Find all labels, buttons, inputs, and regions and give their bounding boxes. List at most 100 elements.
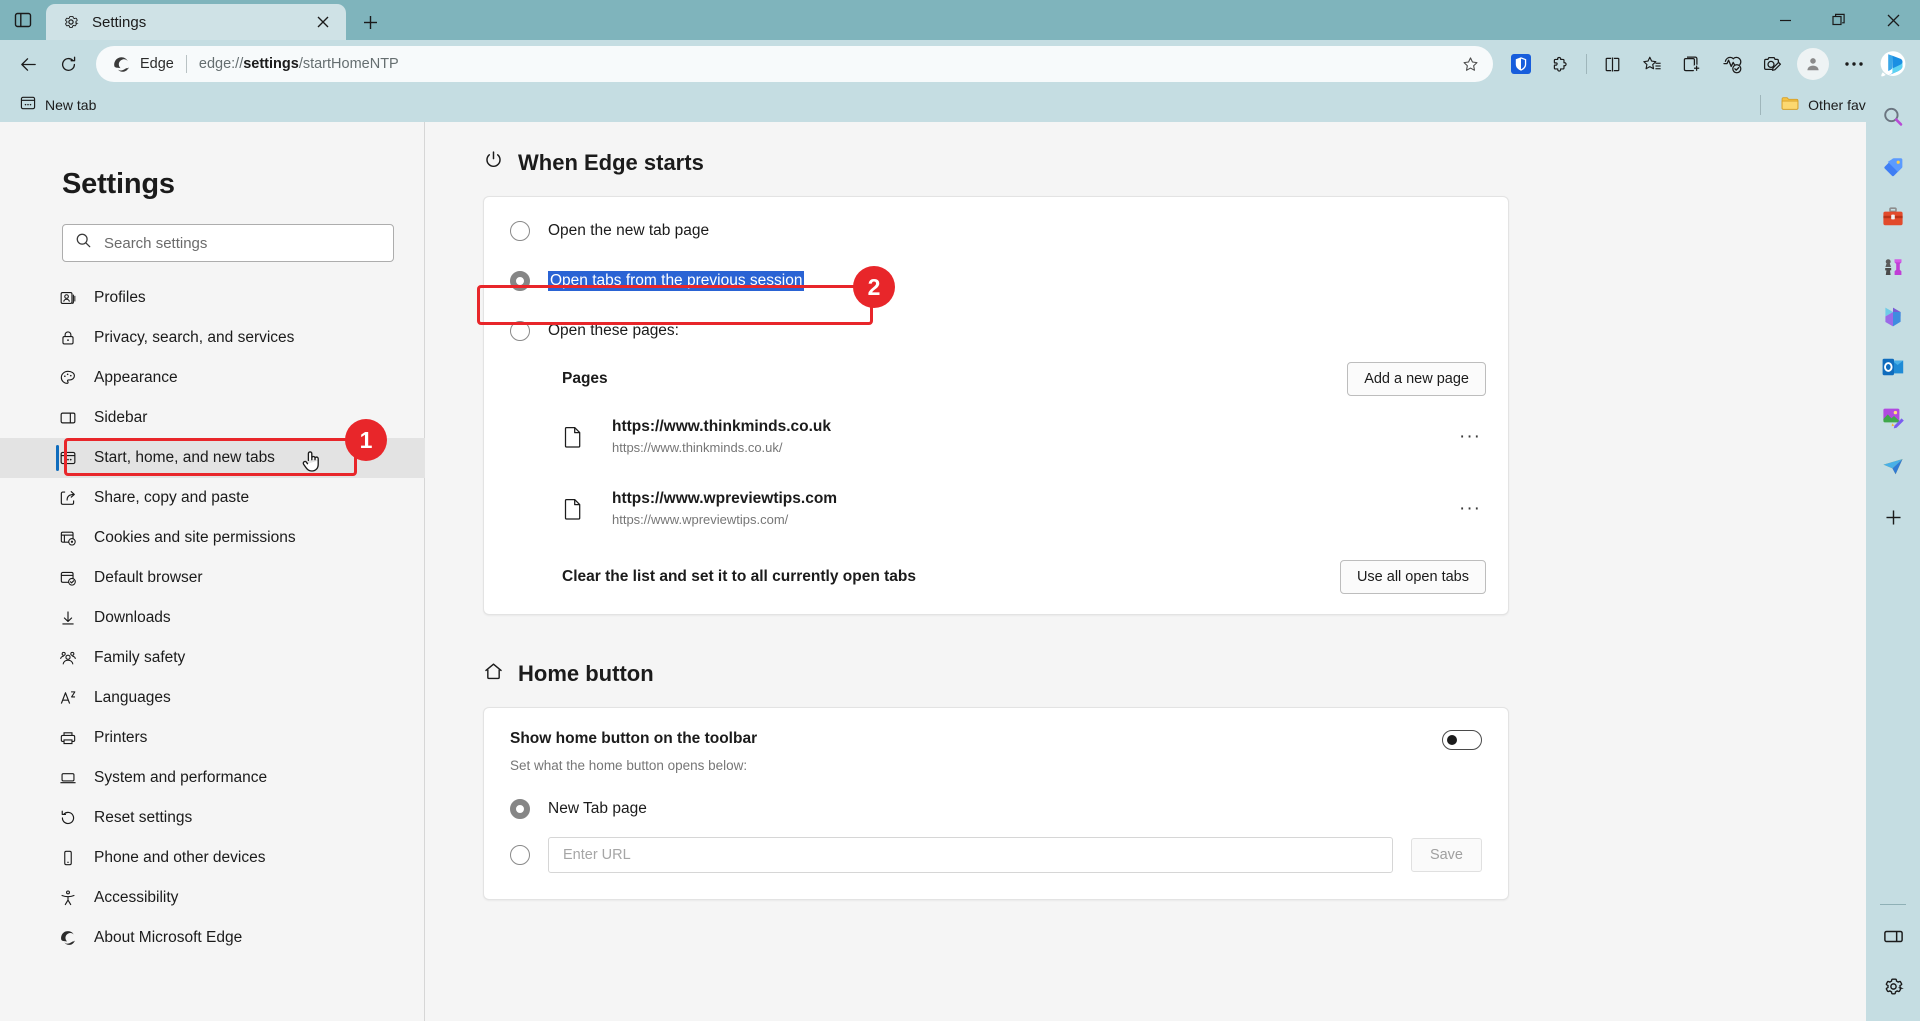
home-button-card: Show home button on the toolbar Set what… [483, 706, 1509, 900]
profiles-icon [58, 288, 78, 308]
save-button[interactable]: Save [1410, 837, 1482, 872]
radio-button[interactable] [510, 798, 530, 819]
close-icon[interactable] [310, 9, 336, 35]
sidebar-item-reset-settings[interactable]: Reset settings [0, 798, 425, 838]
sidebar-item-label: Reset settings [94, 809, 193, 826]
radio-label: Open tabs from the previous session [548, 271, 805, 291]
sidebar-item-default-browser[interactable]: Default browser [0, 558, 425, 598]
copilot-bing-icon[interactable] [1874, 45, 1912, 83]
page-item-more-icon[interactable]: ··· [1454, 422, 1486, 452]
radio-custom-url-row[interactable]: Enter URL Save [510, 836, 1482, 873]
tab-search-button[interactable] [0, 0, 46, 40]
minimize-button[interactable] [1758, 0, 1812, 40]
radio-button[interactable] [510, 844, 530, 865]
radio-button[interactable] [510, 271, 530, 291]
browser-tab[interactable]: Settings [46, 4, 346, 40]
page-list-item[interactable]: https://www.wpreviewtips.com https://www… [484, 478, 1508, 540]
shopping-tag-icon[interactable] [1876, 150, 1910, 184]
sidebar-item-privacy-search-and-services[interactable]: Privacy, search, and services [0, 318, 425, 358]
url-suffix: /startHomeNTP [298, 56, 399, 72]
reset-icon [58, 808, 78, 828]
document-icon [562, 425, 584, 449]
radio-open-these-pages[interactable]: Open these pages: [484, 306, 1508, 356]
use-all-open-tabs-button[interactable]: Use all open tabs [1339, 559, 1486, 594]
languages-icon [58, 688, 78, 708]
home-button-toggle-row: Show home button on the toolbar Set what… [510, 729, 1482, 773]
radio-open-the-new-tab-page[interactable]: Open the new tab page [484, 206, 1508, 256]
sidebar-item-system-and-performance[interactable]: System and performance [0, 758, 425, 798]
url-prefix: edge:// [198, 56, 244, 72]
sidebar-item-family-safety[interactable]: Family safety [0, 638, 425, 678]
show-home-button-toggle[interactable] [1442, 729, 1482, 750]
address-bar[interactable]: Edge edge://settings/startHomeNTP [96, 46, 1493, 82]
sidebar-item-cookies-and-site-permissions[interactable]: Cookies and site permissions [0, 518, 425, 558]
sidebar-item-label: Cookies and site permissions [94, 529, 296, 546]
sidebar-item-about-microsoft-edge[interactable]: About Microsoft Edge [0, 918, 425, 958]
split-screen-icon[interactable] [1592, 46, 1632, 82]
sidebar-item-share-copy-and-paste[interactable]: Share, copy and paste [0, 478, 425, 518]
tab-title: Settings [92, 13, 147, 31]
favorite-item-new-tab[interactable]: New tab [12, 92, 104, 119]
sidebar-item-phone-and-other-devices[interactable]: Phone and other devices [0, 838, 425, 878]
outlook-icon[interactable] [1876, 350, 1910, 384]
image-creator-icon[interactable] [1876, 400, 1910, 434]
home-button-sub-label: Set what the home button opens below: [510, 757, 748, 773]
bitwarden-extension-icon[interactable] [1501, 46, 1541, 82]
settings-sidebar: Settings Search settings Profiles Privac… [0, 122, 425, 1021]
profile-avatar-icon[interactable] [1797, 48, 1829, 80]
search-settings-input[interactable]: Search settings [62, 224, 394, 262]
page-item-url: https://www.thinkminds.co.uk/ [612, 440, 783, 456]
browser-essentials-icon[interactable] [1712, 46, 1752, 82]
games-chess-icon[interactable] [1876, 250, 1910, 284]
show-home-button-label: Show home button on the toolbar [510, 729, 758, 747]
refresh-icon[interactable] [48, 46, 88, 82]
office-icon[interactable] [1876, 300, 1910, 334]
sidebar-item-downloads[interactable]: Downloads [0, 598, 425, 638]
back-arrow-icon[interactable] [8, 46, 48, 82]
page-list-item[interactable]: https://www.thinkminds.co.uk https://www… [484, 406, 1508, 468]
palette-icon [58, 368, 78, 388]
search-magnifier-icon[interactable] [1876, 100, 1910, 134]
gear-icon [62, 13, 80, 31]
drop-send-icon[interactable] [1876, 450, 1910, 484]
sidebar-item-label: Family safety [94, 649, 186, 666]
accessibility-icon [58, 888, 78, 908]
radio-button[interactable] [510, 321, 530, 341]
page-item-url: https://www.wpreviewtips.com/ [612, 512, 789, 528]
maximize-restore-button[interactable] [1812, 0, 1866, 40]
lock-icon [58, 328, 78, 348]
more-options-icon[interactable] [1834, 46, 1874, 82]
add-a-new-page-button[interactable]: Add a new page [1347, 362, 1486, 396]
add-plus-icon[interactable] [1876, 500, 1910, 534]
sidebar-item-accessibility[interactable]: Accessibility [0, 878, 425, 918]
collections-icon[interactable] [1672, 46, 1712, 82]
sidebar-item-label: Printers [94, 729, 148, 746]
laptop-icon [58, 768, 78, 788]
screenshot-icon[interactable] [1752, 46, 1792, 82]
tools-toolbox-icon[interactable] [1876, 200, 1910, 234]
home-url-input[interactable]: Enter URL [548, 836, 1393, 873]
clear-list-row: Clear the list and set it to all current… [484, 550, 1508, 614]
radio-button[interactable] [510, 221, 530, 241]
new-tab-button[interactable] [352, 4, 388, 40]
radio-label: Open these pages: [548, 322, 679, 339]
sidebar-item-printers[interactable]: Printers [0, 718, 425, 758]
close-window-button[interactable] [1866, 0, 1920, 40]
star-outline-icon[interactable] [1453, 49, 1487, 79]
sidebar-item-label: Downloads [94, 609, 171, 626]
sidebar-item-profiles[interactable]: Profiles [0, 278, 425, 318]
favorites-star-list-icon[interactable] [1632, 46, 1672, 82]
sidebar-toggle-icon[interactable] [1876, 919, 1910, 953]
start-home-icon [58, 448, 78, 468]
settings-gear-icon[interactable] [1876, 969, 1910, 1003]
page-item-more-icon[interactable]: ··· [1454, 494, 1486, 524]
sidebar-item-label: Profiles [94, 289, 146, 306]
settings-nav-list: Profiles Privacy, search, and services A… [0, 278, 425, 958]
sidebar-item-label: Appearance [94, 369, 178, 386]
radio-new-tab-page[interactable]: New Tab page [510, 798, 1482, 819]
extensions-puzzle-icon[interactable] [1541, 46, 1581, 82]
radio-open-tabs-from-previous-session[interactable]: Open tabs from the previous session [484, 256, 1508, 306]
sidebar-item-languages[interactable]: Languages [0, 678, 425, 718]
favorites-bar: New tab Other favorites [0, 88, 1920, 122]
sidebar-item-appearance[interactable]: Appearance [0, 358, 425, 398]
